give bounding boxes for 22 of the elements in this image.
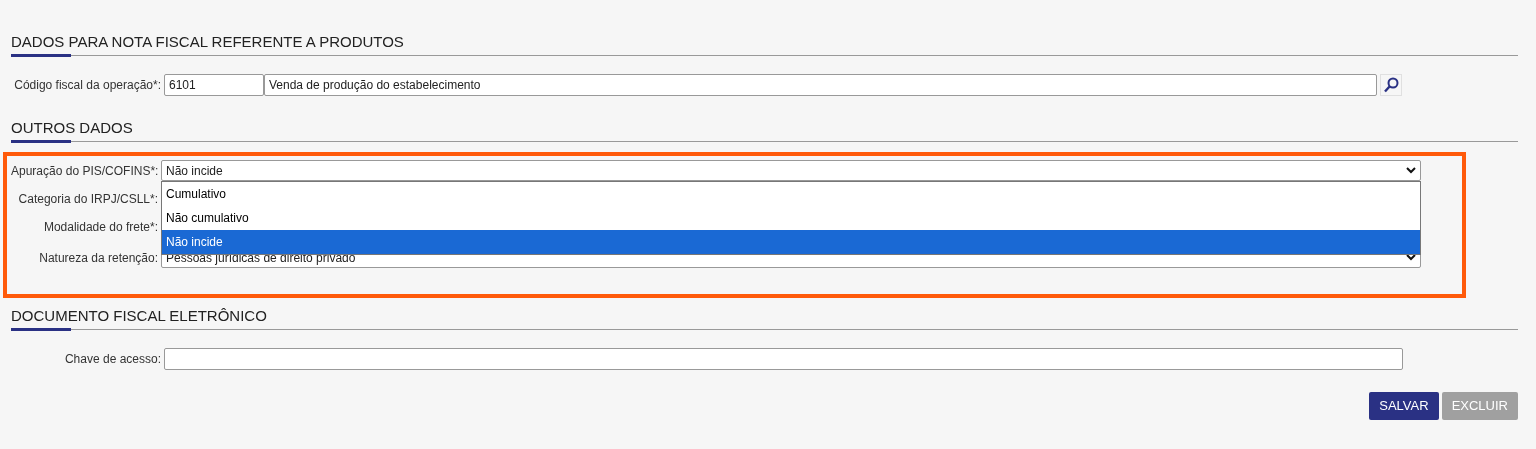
code-field[interactable]: 6101: [164, 74, 264, 96]
field-label: Natureza da retenção:: [38, 249, 159, 267]
select-field[interactable]: Não incide: [161, 160, 1421, 181]
save-button[interactable]: SALVAR: [1369, 392, 1439, 420]
section-title: DOCUMENTO FISCAL ELETRÔNICO: [11, 306, 268, 325]
chevron-down-icon: [1406, 167, 1416, 174]
section-title: OUTROS DADOS: [11, 118, 134, 137]
field-label: Modalidade do frete*:: [42, 218, 159, 236]
field-label: Código fiscal da operação*:: [14, 77, 162, 94]
dropdown-option[interactable]: Não cumulativo: [162, 206, 1420, 230]
dropdown-option[interactable]: Cumulativo: [162, 182, 1420, 206]
field-label: Chave de acesso:: [63, 351, 162, 368]
field-label: Categoria do IRPJ/CSLL*:: [17, 190, 159, 208]
section-title: DADOS PARA NOTA FISCAL REFERENTE A PRODUTOS: [11, 32, 405, 51]
search-icon: [1383, 77, 1399, 93]
dropdown-option[interactable]: Não incide: [162, 230, 1420, 254]
description-field[interactable]: Venda de produção do estabelecimento: [264, 74, 1377, 96]
field-label: Apuração do PIS/COFINS*:: [11, 162, 160, 180]
select-value: Não incide: [166, 162, 223, 180]
chevron-down-icon: [1406, 254, 1416, 261]
input-field[interactable]: [164, 348, 1403, 370]
search-button[interactable]: [1380, 74, 1402, 96]
